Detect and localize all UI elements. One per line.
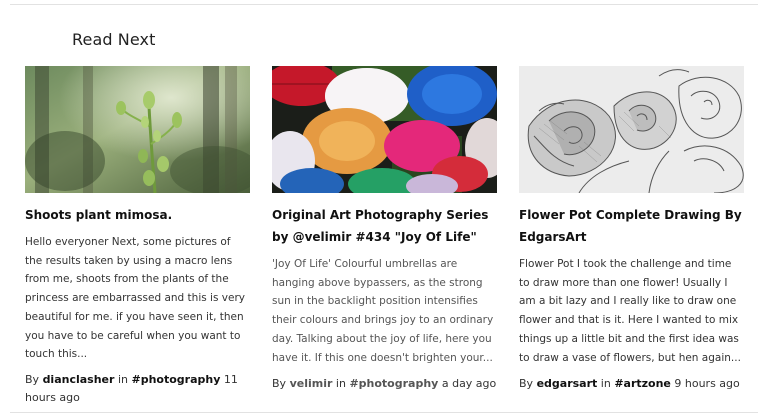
top-divider [10,4,758,5]
post-card: Shoots plant mimosa. Hello everyoner Nex… [25,66,250,407]
plant-shoot-photo [25,66,250,193]
byline-by: By [272,377,287,391]
tag-link[interactable]: #artzone [614,377,671,390]
bottom-divider [10,412,758,413]
byline-by: By [519,377,534,391]
plant-shoot-thumbnail[interactable] [25,66,250,193]
read-next-cards: Shoots plant mimosa. Hello everyoner Nex… [25,66,745,407]
byline-in: in [117,372,128,386]
byline-in: in [335,377,346,391]
flower-drawing-image [519,66,744,193]
post-excerpt: 'Joy Of Life' Colourful umbrellas are ha… [272,258,494,364]
tag-link[interactable]: #photography [349,377,438,390]
tag-link[interactable]: #photography [131,373,220,386]
post-card: Flower Pot Complete Drawing By EdgarsArt… [519,66,744,407]
post-excerpt: Hello everyoner Next, some pictures of t… [25,236,245,361]
post-excerpt: Flower Pot I took the challenge and time… [519,258,741,364]
author-link[interactable]: edgarsart [537,377,598,390]
post-byline: By velimir in #photography a day ago [272,375,497,393]
post-title[interactable]: Flower Pot Complete Drawing By EdgarsArt [519,204,744,248]
author-link[interactable]: dianclasher [43,373,115,386]
post-title[interactable]: Original Art Photography Series by @veli… [272,204,497,248]
post-time: 9 hours ago [674,377,740,391]
post-title[interactable]: Shoots plant mimosa. [25,204,250,226]
umbrellas-photo [272,66,497,193]
byline-in: in [600,377,611,391]
flower-drawing-thumbnail[interactable] [519,66,744,193]
umbrellas-thumbnail[interactable] [272,66,497,193]
post-time: a day ago [441,377,497,391]
post-byline: By edgarsart in #artzone 9 hours ago [519,375,744,393]
post-card: Original Art Photography Series by @veli… [272,66,497,407]
author-link[interactable]: velimir [290,377,333,390]
byline-by: By [25,372,40,386]
post-byline: By dianclasher in #photography 11 hours … [25,371,250,407]
section-title: Read Next [72,30,156,49]
